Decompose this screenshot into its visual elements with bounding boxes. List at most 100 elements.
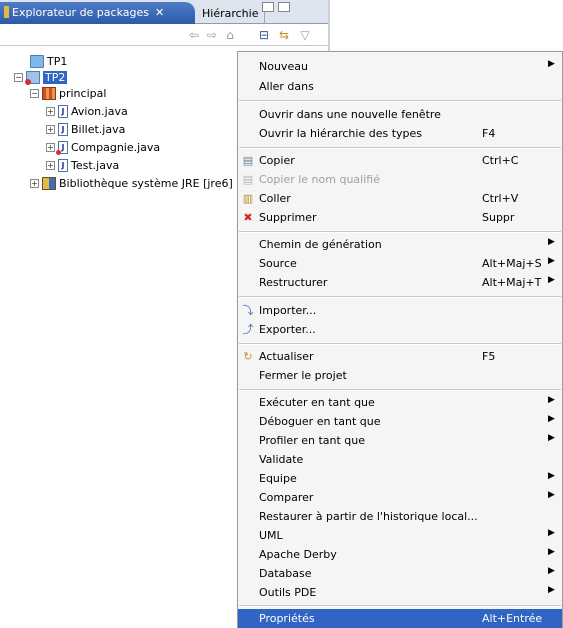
menu-item-copier[interactable]: ▤ Copier Ctrl+C xyxy=(238,151,562,170)
menu-item-outils-pde[interactable]: Outils PDE ▶ xyxy=(238,583,562,602)
tab-package-explorer-label: Explorateur de packages xyxy=(12,6,149,19)
menu-item-label: Importer... xyxy=(259,304,317,317)
tab-hierarchy[interactable]: Hiérarchie xyxy=(196,4,266,24)
java-file-error-icon: J xyxy=(56,140,68,155)
copy-icon: ▤ xyxy=(242,154,254,167)
menu-item-label: Supprimer xyxy=(259,211,317,224)
menu-item-validate[interactable]: Validate xyxy=(238,450,562,469)
menu-item-label: Apache Derby xyxy=(259,548,337,561)
tree-item-avion[interactable]: + J Avion.java xyxy=(46,103,128,119)
tree-item-label: Compagnie.java xyxy=(71,140,161,154)
tree-item-billet[interactable]: + J Billet.java xyxy=(46,121,125,137)
close-icon[interactable]: ✕ xyxy=(155,6,164,19)
delete-icon: ✖ xyxy=(243,211,253,224)
submenu-arrow-icon: ▶ xyxy=(548,471,555,481)
tab-package-explorer[interactable]: Explorateur de packages ✕ xyxy=(0,2,195,24)
menu-item-label: Nouveau xyxy=(259,60,308,73)
shortcut-label: Alt+Entrée xyxy=(482,612,543,625)
package-explorer-icon xyxy=(4,6,9,18)
view-window-buttons xyxy=(262,2,294,15)
submenu-arrow-icon: ▶ xyxy=(548,237,555,247)
menu-item-ouvrir-fenetre[interactable]: Ouvrir dans une nouvelle fenêtre xyxy=(238,105,562,124)
menu-item-equipe[interactable]: Equipe ▶ xyxy=(238,469,562,488)
menu-item-label: Profiler en tant que xyxy=(259,434,366,447)
maximize-icon[interactable] xyxy=(278,2,290,12)
forward-arrow-icon[interactable]: ⇨ xyxy=(204,27,220,43)
tree-item-test[interactable]: + J Test.java xyxy=(46,157,119,173)
submenu-arrow-icon: ▶ xyxy=(548,395,555,405)
expand-toggle-icon[interactable]: + xyxy=(46,124,55,134)
copy-qualified-icon: ▤ xyxy=(242,173,254,186)
menu-item-label: Comparer xyxy=(259,491,314,504)
menu-item-profiler[interactable]: Profiler en tant que ▶ xyxy=(238,431,562,450)
menu-separator xyxy=(239,296,561,298)
menu-item-label: Ouvrir dans une nouvelle fenêtre xyxy=(259,108,441,121)
export-icon: ⤴ xyxy=(242,323,254,336)
submenu-arrow-icon: ▶ xyxy=(548,414,555,424)
menu-item-importer[interactable]: ⤵ Importer... xyxy=(238,301,562,320)
menu-item-label: Copier le nom qualifié xyxy=(259,173,380,186)
menu-item-aller-dans[interactable]: Aller dans xyxy=(238,77,562,96)
tree-item-label: Test.java xyxy=(71,158,120,172)
menu-item-label: Déboguer en tant que xyxy=(259,415,381,428)
expand-toggle-icon[interactable]: + xyxy=(46,106,55,116)
shortcut-label: Alt+Maj+S xyxy=(482,257,542,270)
expand-toggle-icon[interactable]: + xyxy=(46,142,55,152)
menu-item-label: Fermer le projet xyxy=(259,369,347,382)
menu-item-label: Exporter... xyxy=(259,323,316,336)
menu-item-uml[interactable]: UML ▶ xyxy=(238,526,562,545)
menu-item-restructurer[interactable]: Restructurer Alt+Maj+T ▶ xyxy=(238,273,562,292)
tree-item-label: Bibliothèque système JRE [jre6] xyxy=(59,176,233,190)
java-file-icon: J xyxy=(58,122,68,136)
back-arrow-icon[interactable]: ⇦ xyxy=(186,27,202,43)
menu-item-apache-derby[interactable]: Apache Derby ▶ xyxy=(238,545,562,564)
menu-item-label: UML xyxy=(259,529,283,542)
menu-separator xyxy=(239,231,561,233)
tree-item-principal[interactable]: − principal xyxy=(30,85,106,101)
menu-item-executer[interactable]: Exécuter en tant que ▶ xyxy=(238,393,562,412)
menu-item-label: Copier xyxy=(259,154,295,167)
view-menu-icon[interactable]: ▽ xyxy=(297,27,313,43)
menu-item-ouvrir-hierarchie[interactable]: Ouvrir la hiérarchie des types F4 xyxy=(238,124,562,143)
submenu-arrow-icon: ▶ xyxy=(548,528,555,538)
view-tab-bar: Explorateur de packages ✕ Hiérarchie xyxy=(0,0,328,24)
context-menu: Nouveau ▶ Aller dans Ouvrir dans une nou… xyxy=(237,51,563,628)
menu-item-fermer-projet[interactable]: Fermer le projet xyxy=(238,366,562,385)
tree-item-label: TP1 xyxy=(47,54,68,68)
project-error-icon xyxy=(25,70,40,85)
submenu-arrow-icon: ▶ xyxy=(548,566,555,576)
link-with-editor-icon[interactable]: ⇆ xyxy=(276,27,292,43)
menu-item-label: Database xyxy=(259,567,312,580)
menu-item-label: Exécuter en tant que xyxy=(259,396,375,409)
menu-item-coller[interactable]: ▥ Coller Ctrl+V xyxy=(238,189,562,208)
menu-item-database[interactable]: Database ▶ xyxy=(238,564,562,583)
tree-item-compagnie[interactable]: + J Compagnie.java xyxy=(46,139,160,155)
minimize-icon[interactable] xyxy=(262,2,274,12)
menu-item-label: Source xyxy=(259,257,297,270)
submenu-arrow-icon: ▶ xyxy=(548,59,555,69)
menu-item-deboguer[interactable]: Déboguer en tant que ▶ xyxy=(238,412,562,431)
menu-item-exporter[interactable]: ⤴ Exporter... xyxy=(238,320,562,339)
menu-item-copier-nom: ▤ Copier le nom qualifié xyxy=(238,170,562,189)
menu-item-restaurer[interactable]: Restaurer à partir de l'historique local… xyxy=(238,507,562,526)
menu-item-proprietes[interactable]: Propriétés Alt+Entrée xyxy=(238,609,562,628)
tree-item-tp2[interactable]: − TP2 xyxy=(14,69,68,85)
menu-item-nouveau[interactable]: Nouveau ▶ xyxy=(238,57,562,76)
menu-item-supprimer[interactable]: ✖ Supprimer Suppr xyxy=(238,208,562,227)
collapse-toggle-icon[interactable]: − xyxy=(14,72,23,82)
menu-item-comparer[interactable]: Comparer ▶ xyxy=(238,488,562,507)
tree-item-jre-library[interactable]: + Bibliothèque système JRE [jre6] xyxy=(30,175,233,191)
menu-item-chemin-generation[interactable]: Chemin de génération ▶ xyxy=(238,235,562,254)
tree-item-label: TP2 xyxy=(43,70,68,84)
menu-item-actualiser[interactable]: ↻ Actualiser F5 xyxy=(238,347,562,366)
tree-item-tp1[interactable]: TP1 xyxy=(30,53,67,69)
shortcut-label: Ctrl+C xyxy=(482,154,519,167)
collapse-all-icon[interactable]: ⊟ xyxy=(256,27,272,43)
collapse-toggle-icon[interactable]: − xyxy=(30,88,39,98)
menu-item-source[interactable]: Source Alt+Maj+S ▶ xyxy=(238,254,562,273)
expand-toggle-icon[interactable]: + xyxy=(30,178,39,188)
shortcut-label: F4 xyxy=(482,127,496,140)
expand-toggle-icon[interactable]: + xyxy=(46,160,55,170)
menu-item-label: Ouvrir la hiérarchie des types xyxy=(259,127,422,140)
up-icon[interactable]: ⌂ xyxy=(222,27,238,43)
